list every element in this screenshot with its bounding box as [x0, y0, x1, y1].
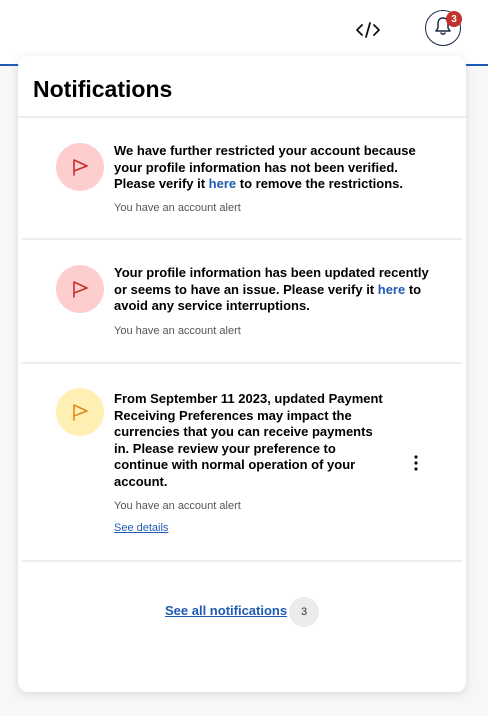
- notification-total-badge: 3: [289, 597, 319, 627]
- notification-meta: You have an account alert: [114, 500, 241, 512]
- flag-icon: [56, 388, 104, 436]
- divider: [22, 560, 462, 562]
- kebab-menu-icon[interactable]: [408, 453, 424, 473]
- notification-item-2: Your profile information has been update…: [18, 240, 466, 364]
- flag-icon: [56, 265, 104, 313]
- notification-count-badge: 3: [446, 11, 462, 27]
- see-details-link[interactable]: See details: [114, 522, 168, 534]
- see-all-notifications-link[interactable]: See all notifications: [165, 603, 287, 618]
- notification-meta: You have an account alert: [114, 325, 241, 337]
- panel-title: Notifications: [33, 76, 173, 102]
- code-icon[interactable]: [356, 20, 380, 40]
- notifications-panel: Notifications We have further restricted…: [18, 56, 466, 692]
- verify-here-link[interactable]: here: [378, 282, 405, 297]
- notification-message: From September 11 2023, updated Payment …: [114, 391, 383, 489]
- notification-meta: You have an account alert: [114, 202, 241, 214]
- notification-item-1: We have further restricted your account …: [18, 118, 466, 238]
- notification-message: Your profile information has been update…: [114, 265, 429, 313]
- verify-here-link[interactable]: here: [209, 176, 236, 191]
- notification-message: We have further restricted your account …: [114, 143, 416, 191]
- notification-item-3: From September 11 2023, updated Payment …: [18, 364, 466, 560]
- flag-icon: [56, 143, 104, 191]
